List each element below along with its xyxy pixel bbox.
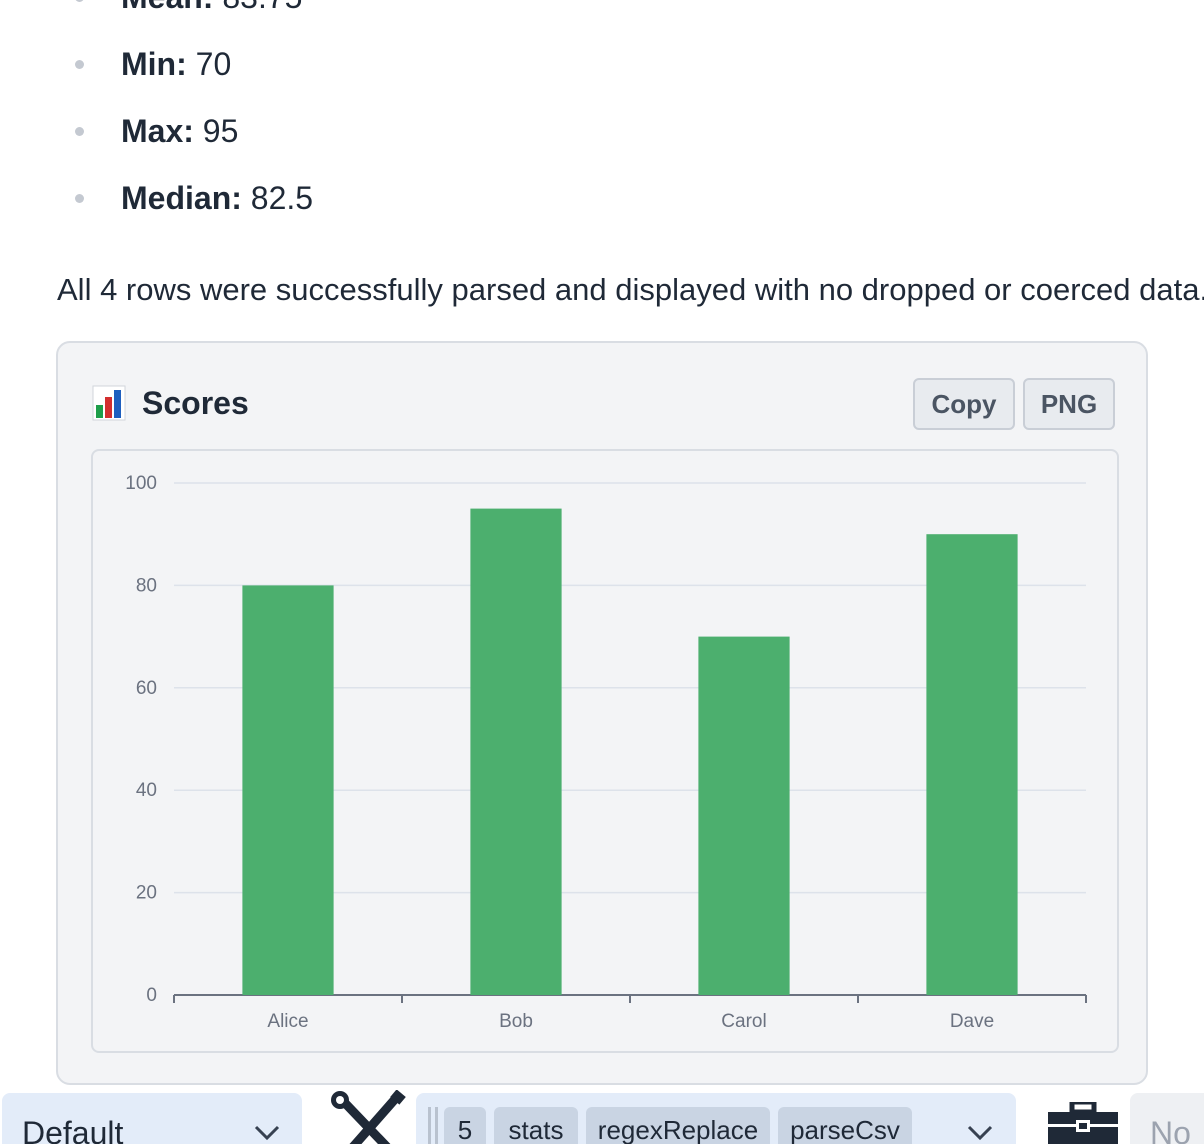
drag-handle[interactable] — [428, 1107, 431, 1144]
bar-chart: 0 20 40 60 80 100 Alice Bob Carol Dave — [125, 473, 1087, 1032]
stat-label: Mean: — [121, 0, 213, 15]
chart-card: Scores Copy PNG 0 20 40 60 80 100 Alice Bob Caro… — [56, 341, 1148, 1085]
tool-count-badge: 5 — [444, 1107, 486, 1144]
tools-icon[interactable] — [330, 1090, 410, 1144]
stat-item-min: Min: 70 — [0, 31, 1204, 98]
copy-button[interactable]: Copy — [913, 378, 1015, 430]
png-button[interactable]: PNG — [1023, 378, 1115, 430]
stat-item-mean: Mean: 83.75 — [0, 0, 1204, 31]
tool-chip-regexreplace[interactable]: regexReplace — [586, 1107, 770, 1144]
stat-item-median: Median: 82.5 — [0, 165, 1204, 232]
drag-handle[interactable] — [435, 1107, 438, 1144]
summary-text: All 4 rows were successfully parsed and … — [57, 272, 1204, 307]
stat-label: Min: — [121, 46, 187, 82]
bullet — [75, 60, 84, 69]
stat-label: Median: — [121, 180, 242, 216]
bar-carol — [698, 636, 790, 995]
y-tick-label: 80 — [136, 575, 157, 596]
bar-bob — [470, 508, 562, 995]
stat-value: 70 — [186, 46, 232, 82]
stat-value: 83.75 — [213, 0, 302, 15]
x-tick-label: Alice — [267, 1011, 308, 1032]
y-tick-label: 60 — [136, 678, 157, 699]
stats-list: Mean: 83.75 Min: 70 Max: 95 Median: 82.5 — [0, 0, 1204, 232]
bottom-toolbar: Default 5 stats regexReplace parseCsv No — [0, 1090, 1204, 1144]
no-button-label: No — [1150, 1115, 1191, 1144]
x-tick-label: Carol — [721, 1011, 766, 1032]
x-tick-label: Dave — [950, 1011, 994, 1032]
chart-title: Scores — [142, 385, 249, 421]
bullet — [75, 194, 84, 203]
y-tick-label: 40 — [136, 780, 157, 801]
toolbox-icon[interactable] — [1046, 1102, 1120, 1144]
y-tick-label: 0 — [146, 985, 157, 1006]
x-tick-label: Bob — [499, 1011, 533, 1032]
preset-select[interactable]: Default — [2, 1093, 302, 1144]
y-tick-label: 100 — [125, 473, 157, 494]
bar-dave — [926, 534, 1018, 995]
stat-label: Max: — [121, 113, 194, 149]
preset-select-label: Default — [22, 1115, 124, 1144]
y-tick-label: 20 — [136, 883, 157, 904]
stat-value: 82.5 — [241, 180, 314, 216]
no-button[interactable]: No — [1130, 1093, 1204, 1144]
bullet — [75, 127, 84, 136]
stat-item-max: Max: 95 — [0, 98, 1204, 165]
bar-alice — [242, 585, 334, 995]
bullet — [75, 0, 84, 2]
tool-chip-parsecsv[interactable]: parseCsv — [778, 1107, 912, 1144]
stat-value: 95 — [193, 113, 239, 149]
chevron-down-icon — [967, 1125, 993, 1141]
tool-chip-stats[interactable]: stats — [494, 1107, 578, 1144]
chart-plot-area: 0 20 40 60 80 100 Alice Bob Carol Dave — [91, 449, 1119, 1053]
tool-picker[interactable]: 5 stats regexReplace parseCsv — [416, 1093, 1016, 1144]
chevron-down-icon — [254, 1125, 280, 1141]
bar-chart-icon — [92, 385, 126, 421]
